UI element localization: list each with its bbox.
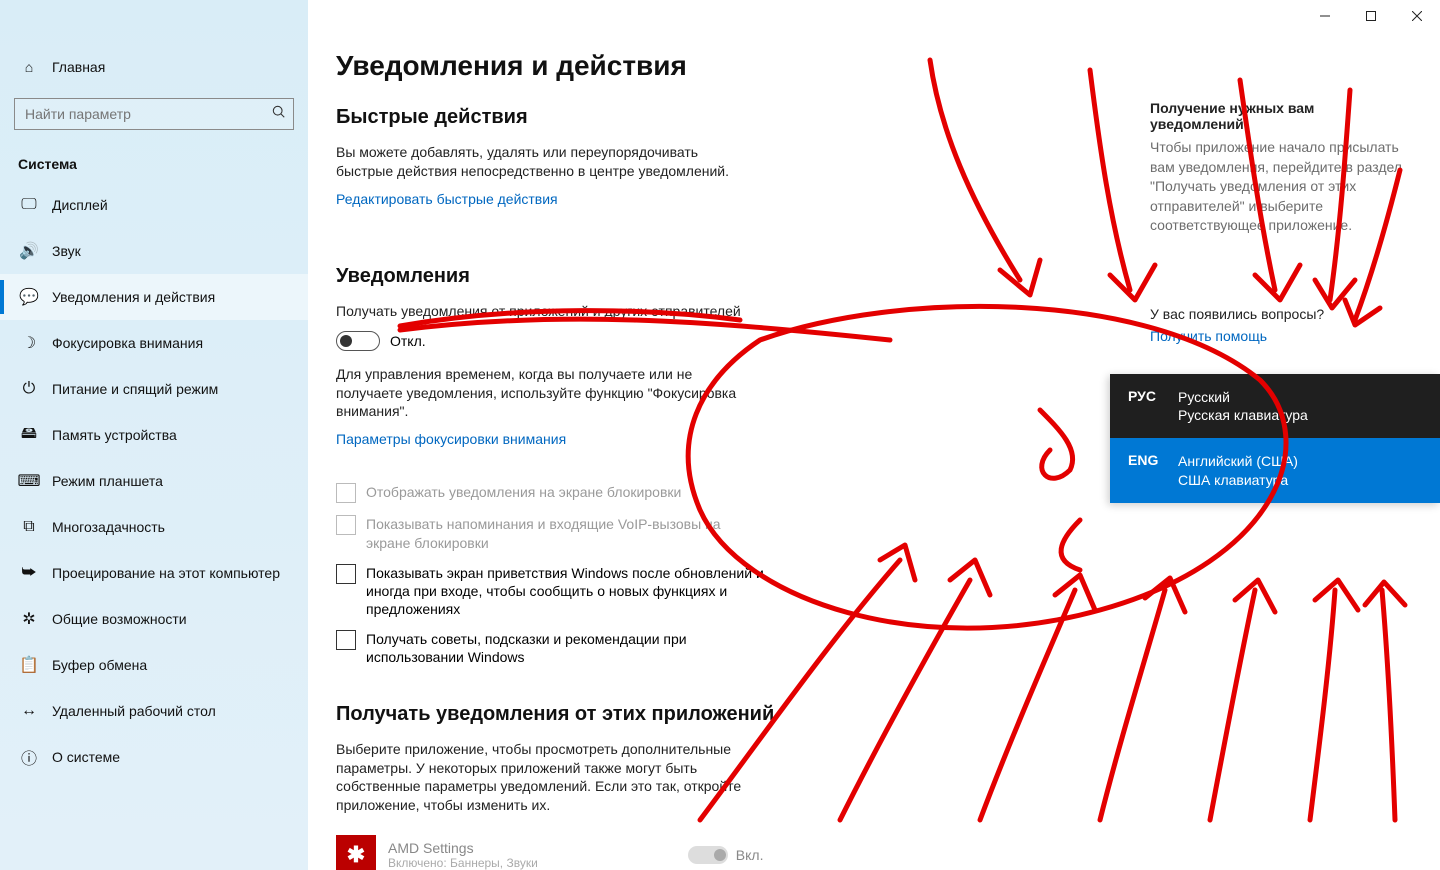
lang-name: Английский (США) xyxy=(1178,452,1298,470)
nav-label: Общие возможности xyxy=(52,611,187,627)
sidebar-item-5[interactable]: 🖴 Память устройства xyxy=(0,412,308,458)
nav-label: Питание и спящий режим xyxy=(52,381,218,397)
nav-icon: 🔊 xyxy=(18,241,40,261)
lang-code: РУС xyxy=(1128,388,1178,424)
search-input[interactable] xyxy=(14,98,294,130)
nav-icon: 🖵 xyxy=(18,196,40,214)
app-row-amd[interactable]: ✱ AMD Settings Включено: Баннеры, Звуки … xyxy=(336,835,1440,870)
checkbox-row-1: Показывать напоминания и входящие VoIP-в… xyxy=(336,515,766,551)
lang-code: ENG xyxy=(1128,452,1178,488)
app-name: AMD Settings xyxy=(388,840,538,856)
nav-icon: 💬 xyxy=(18,287,40,307)
quick-actions-desc: Вы можете добавлять, удалять или переупо… xyxy=(336,143,756,181)
sidebar-home-label: Главная xyxy=(52,59,105,75)
nav-label: Память устройства xyxy=(52,427,177,443)
nav-label: Звук xyxy=(52,243,81,259)
notifications-toggle[interactable] xyxy=(336,331,380,351)
nav-label: Многозадачность xyxy=(52,519,165,535)
sidebar-home[interactable]: ⌂ Главная xyxy=(0,44,308,90)
lang-name: Русский xyxy=(1178,388,1308,406)
right-heading: Получение нужных вам уведомлений xyxy=(1150,100,1410,132)
search-icon xyxy=(272,105,286,122)
nav-icon: ⮩ xyxy=(18,564,40,582)
app-sub: Включено: Баннеры, Звуки xyxy=(388,856,538,870)
sidebar-item-6[interactable]: ⌨ Режим планшета xyxy=(0,458,308,504)
checkbox-label: Показывать напоминания и входящие VoIP-в… xyxy=(366,515,766,551)
checkbox-label: Получать советы, подсказки и рекомендаци… xyxy=(366,630,766,666)
nav-label: Удаленный рабочий стол xyxy=(52,703,216,719)
edit-quick-actions-link[interactable]: Редактировать быстрые действия xyxy=(336,191,558,207)
lang-kbd: США клавиатура xyxy=(1178,471,1298,489)
checkbox-row-3[interactable]: Получать советы, подсказки и рекомендаци… xyxy=(336,630,766,666)
nav-icon: ✲ xyxy=(18,609,40,629)
nav-icon: ↔ xyxy=(18,702,40,720)
sidebar-item-10[interactable]: 📋 Буфер обмена xyxy=(0,642,308,688)
sidebar-item-2[interactable]: 💬 Уведомления и действия xyxy=(0,274,308,320)
right-question: У вас появились вопросы? xyxy=(1150,306,1410,322)
nav-icon: ⌨ xyxy=(18,471,40,491)
lang-item-РУС[interactable]: РУСРусскийРусская клавиатура xyxy=(1110,374,1440,438)
apps-heading: Получать уведомления от этих приложений xyxy=(336,703,1440,726)
nav-icon: ⧉ xyxy=(18,518,40,536)
lang-item-ENG[interactable]: ENGАнглийский (США)США клавиатура xyxy=(1110,438,1440,502)
minimize-button[interactable] xyxy=(1302,0,1348,32)
sidebar-item-3[interactable]: ☽ Фокусировка внимания xyxy=(0,320,308,366)
nav-icon: ⏻ xyxy=(18,380,40,398)
sidebar-item-8[interactable]: ⮩ Проецирование на этот компьютер xyxy=(0,550,308,596)
checkbox-icon xyxy=(336,515,356,535)
home-icon: ⌂ xyxy=(18,59,40,75)
apps-desc: Выберите приложение, чтобы просмотреть д… xyxy=(336,740,756,816)
sidebar-item-11[interactable]: ↔ Удаленный рабочий стол xyxy=(0,688,308,734)
sidebar-item-0[interactable]: 🖵 Дисплей xyxy=(0,182,308,228)
lang-kbd: Русская клавиатура xyxy=(1178,406,1308,424)
nav-label: Проецирование на этот компьютер xyxy=(52,565,280,581)
nav-label: Режим планшета xyxy=(52,473,163,489)
nav-icon: 🖴 xyxy=(18,422,40,449)
nav-icon: ☽ xyxy=(18,333,40,353)
focus-settings-link[interactable]: Параметры фокусировки внимания xyxy=(336,431,566,447)
right-column: Получение нужных вам уведомлений Чтобы п… xyxy=(1150,100,1410,344)
checkbox-icon xyxy=(336,564,356,584)
checkbox-icon xyxy=(336,483,356,503)
sidebar-item-7[interactable]: ⧉ Многозадачность xyxy=(0,504,308,550)
app-toggle-state: Вкл. xyxy=(736,847,764,863)
amd-logo-icon: ✱ xyxy=(336,835,376,870)
language-switcher-popup: РУСРусскийРусская клавиатураENGАнглийски… xyxy=(1110,374,1440,503)
nav-label: О системе xyxy=(52,749,120,765)
sidebar: ⌂ Главная Система 🖵 Дисплей 🔊 Звук 💬 Уведомле… xyxy=(0,0,308,870)
checkbox-label: Отображать уведомления на экране блокиро… xyxy=(366,483,681,501)
get-help-link[interactable]: Получить помощь xyxy=(1150,328,1410,344)
nav-icon: ⓘ xyxy=(18,745,40,769)
sidebar-group-title: Система xyxy=(0,142,308,182)
sidebar-item-4[interactable]: ⏻ Питание и спящий режим xyxy=(0,366,308,412)
nav-label: Уведомления и действия xyxy=(52,289,215,305)
sidebar-item-9[interactable]: ✲ Общие возможности xyxy=(0,596,308,642)
nav-label: Дисплей xyxy=(52,197,108,213)
checkbox-row-0: Отображать уведомления на экране блокиро… xyxy=(336,483,766,503)
maximize-icon xyxy=(1366,11,1376,21)
sidebar-item-12[interactable]: ⓘ О системе xyxy=(0,734,308,780)
notifications-toggle-state: Откл. xyxy=(390,333,426,349)
close-button[interactable] xyxy=(1394,0,1440,32)
checkbox-label: Показывать экран приветствия Windows пос… xyxy=(366,564,766,619)
notifications-label: Получать уведомления от приложений и дру… xyxy=(336,302,756,321)
page-title: Уведомления и действия xyxy=(336,50,1440,82)
sidebar-item-1[interactable]: 🔊 Звук xyxy=(0,228,308,274)
right-desc: Чтобы приложение начало присылать вам ув… xyxy=(1150,138,1410,236)
nav-label: Фокусировка внимания xyxy=(52,335,203,351)
focus-desc: Для управления временем, когда вы получа… xyxy=(336,365,756,422)
nav-icon: 📋 xyxy=(18,655,40,675)
checkbox-icon xyxy=(336,630,356,650)
close-icon xyxy=(1412,11,1422,21)
maximize-button[interactable] xyxy=(1348,0,1394,32)
minimize-icon xyxy=(1320,11,1330,21)
nav-label: Буфер обмена xyxy=(52,657,147,673)
app-toggle[interactable] xyxy=(688,846,728,864)
checkbox-row-2[interactable]: Показывать экран приветствия Windows пос… xyxy=(336,564,766,619)
